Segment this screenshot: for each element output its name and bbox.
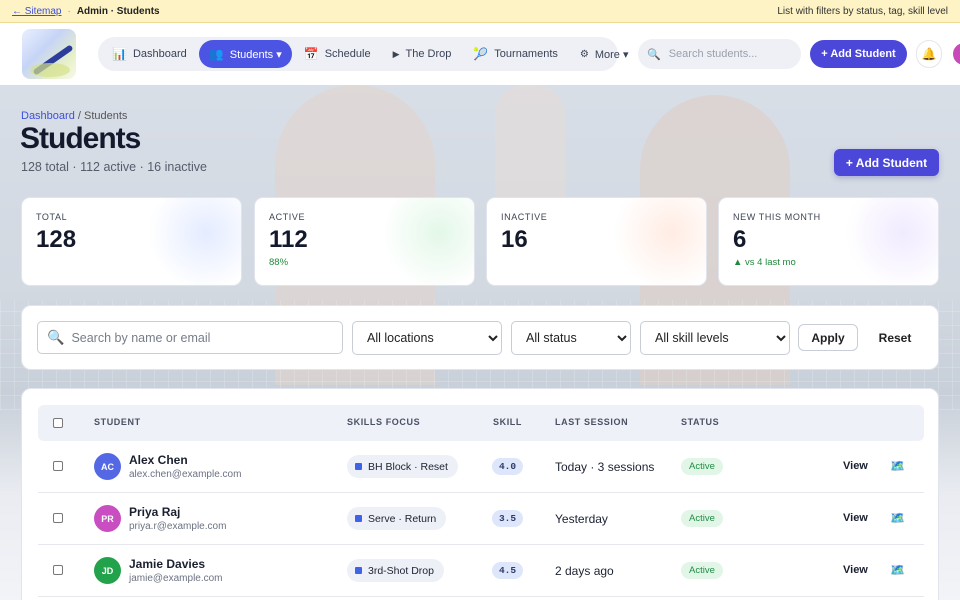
page-subtitle: 128 total · 112 active · 16 inactive bbox=[21, 160, 207, 174]
student-email: jamie@example.com bbox=[129, 573, 223, 584]
skill-badge: 4.5 bbox=[492, 562, 523, 579]
stat-label: INACTIVE bbox=[501, 212, 548, 222]
nav-tournaments[interactable]: 🎾 Tournaments bbox=[463, 40, 568, 68]
stat-note: ▲ vs 4 last mo bbox=[733, 257, 796, 268]
skills-focus-tag: BH Block · Reset bbox=[347, 455, 458, 478]
nav-the-drop[interactable]: ▶ The Drop bbox=[383, 40, 462, 68]
student-name[interactable]: Jamie Davies bbox=[129, 557, 205, 571]
select-all-checkbox[interactable] bbox=[53, 418, 63, 428]
view-button[interactable]: View bbox=[843, 460, 868, 472]
map-icon[interactable]: 🗺️ bbox=[890, 563, 905, 577]
students-table: STUDENT SKILLS FOCUS SKILL LAST SESSION … bbox=[21, 388, 939, 600]
stat-value: 112 bbox=[269, 226, 308, 253]
last-session: Yesterday bbox=[555, 512, 608, 526]
search-icon: 🔍 bbox=[647, 48, 661, 61]
add-student-button-nav[interactable]: + Add Student bbox=[810, 40, 907, 68]
calendar-icon: 📅 bbox=[303, 47, 319, 61]
apply-button[interactable]: Apply bbox=[798, 324, 858, 351]
table-header: STUDENT SKILLS FOCUS SKILL LAST SESSION … bbox=[38, 405, 924, 441]
skill-select[interactable]: All skill levels bbox=[640, 321, 790, 355]
status-badge: Active bbox=[681, 562, 723, 579]
student-email: alex.chen@example.com bbox=[129, 469, 242, 480]
skills-focus-tag: Serve · Return bbox=[347, 507, 447, 530]
filter-search: 🔍 bbox=[37, 321, 343, 354]
avatar[interactable] bbox=[953, 43, 960, 65]
avatar: PR bbox=[94, 505, 121, 532]
chart-icon: 📊 bbox=[112, 47, 127, 61]
view-button[interactable]: View bbox=[843, 512, 868, 524]
header-skill[interactable]: SKILL bbox=[493, 417, 522, 427]
stat-card-inactive: INACTIVE 16 bbox=[486, 197, 707, 286]
search-icon: 🔍 bbox=[47, 329, 65, 345]
play-icon: ▶ bbox=[392, 48, 400, 59]
last-session: Today · 3 sessions bbox=[555, 460, 655, 474]
stat-label: TOTAL bbox=[36, 212, 68, 222]
skill-badge: 4.0 bbox=[492, 458, 523, 475]
header-skills-focus[interactable]: SKILLS FOCUS bbox=[347, 417, 420, 427]
student-name[interactable]: Alex Chen bbox=[129, 453, 188, 467]
header-last-session[interactable]: LAST SESSION bbox=[555, 417, 628, 427]
nav-schedule[interactable]: 📅 Schedule bbox=[294, 40, 381, 68]
skills-focus-tag: 3rd-Shot Drop bbox=[347, 559, 444, 582]
status-badge: Active bbox=[681, 510, 723, 527]
filter-bar: 🔍 All locations All status All skill lev… bbox=[21, 305, 939, 370]
table-row[interactable]: PR Priya Raj priya.r@example.com Serve ·… bbox=[38, 493, 924, 545]
row-checkbox[interactable] bbox=[53, 513, 63, 523]
skill-badge: 3.5 bbox=[492, 510, 523, 527]
nav-search: 🔍 bbox=[638, 39, 801, 69]
stat-value: 6 bbox=[733, 226, 747, 253]
header-status[interactable]: STATUS bbox=[681, 417, 719, 427]
student-email: priya.r@example.com bbox=[129, 521, 227, 532]
filter-search-input[interactable] bbox=[71, 330, 332, 345]
add-student-button[interactable]: + Add Student bbox=[834, 149, 939, 176]
stat-note: 88% bbox=[269, 257, 289, 268]
reset-button[interactable]: Reset bbox=[870, 324, 920, 351]
nav-more[interactable]: ⚙ More ▾ bbox=[570, 40, 639, 68]
stat-label: ACTIVE bbox=[269, 212, 306, 222]
last-session: 2 days ago bbox=[555, 564, 614, 578]
stat-value: 128 bbox=[36, 226, 77, 253]
nav-students[interactable]: 👥 Students ▾ bbox=[198, 40, 292, 68]
stat-value: 16 bbox=[501, 226, 528, 253]
row-checkbox[interactable] bbox=[53, 565, 63, 575]
stat-card-total: TOTAL 128 bbox=[21, 197, 242, 286]
avatar: AC bbox=[94, 453, 121, 480]
breadcrumb-current: Students bbox=[84, 110, 128, 122]
table-row[interactable]: JD Jamie Davies jamie@example.com 3rd-Sh… bbox=[38, 545, 924, 597]
status-select[interactable]: All status bbox=[511, 321, 631, 355]
page-description: List with filters by status, tag, skill … bbox=[777, 5, 948, 17]
stat-label: NEW THIS MONTH bbox=[733, 212, 821, 222]
avatar: JD bbox=[94, 557, 121, 584]
nav-search-input[interactable] bbox=[668, 48, 789, 60]
sitemap-bar: ← Sitemap · Admin · Students List with f… bbox=[0, 0, 960, 23]
users-icon: 👥 bbox=[208, 47, 224, 61]
student-name[interactable]: Priya Raj bbox=[129, 505, 180, 519]
nav-dashboard[interactable]: 📊 Dashboard bbox=[102, 40, 197, 68]
current-page-label: Admin · Students bbox=[76, 5, 160, 17]
breadcrumb: Dashboard / Students bbox=[21, 110, 128, 122]
map-icon[interactable]: 🗺️ bbox=[890, 459, 905, 473]
logo[interactable] bbox=[22, 29, 76, 79]
stat-card-active: ACTIVE 112 88% bbox=[254, 197, 475, 286]
nav-pills: 📊 Dashboard 👥 Students ▾ 📅 Schedule ▶ The Dr… bbox=[98, 37, 629, 71]
row-checkbox[interactable] bbox=[53, 461, 63, 471]
gear-icon: ⚙ bbox=[579, 48, 589, 60]
breadcrumb-dashboard[interactable]: Dashboard bbox=[21, 110, 75, 122]
stat-card-new: NEW THIS MONTH 6 ▲ vs 4 last mo bbox=[718, 197, 939, 286]
main-nav: 📊 Dashboard 👥 Students ▾ 📅 Schedule ▶ The Dr… bbox=[0, 23, 960, 85]
view-button[interactable]: View bbox=[843, 564, 868, 576]
header-student[interactable]: STUDENT bbox=[94, 417, 141, 427]
table-row[interactable]: AC Alex Chen alex.chen@example.com BH Bl… bbox=[38, 441, 924, 493]
sitemap-link[interactable]: ← Sitemap bbox=[12, 6, 61, 17]
location-select[interactable]: All locations bbox=[352, 321, 502, 355]
page-title: Students bbox=[20, 122, 141, 155]
map-icon[interactable]: 🗺️ bbox=[890, 511, 905, 525]
status-badge: Active bbox=[681, 458, 723, 475]
ball-icon: 🎾 bbox=[473, 47, 489, 61]
separator: · bbox=[67, 5, 71, 17]
bell-icon[interactable]: 🔔 bbox=[916, 40, 942, 68]
